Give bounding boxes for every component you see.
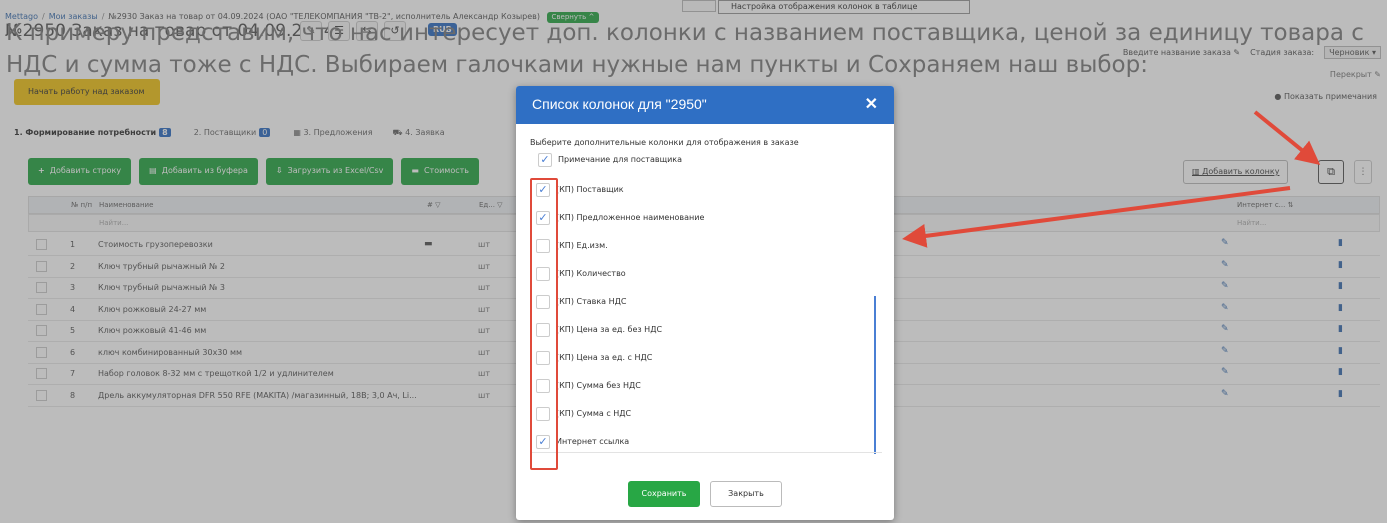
- instruction-caption: К примеру представим, что нас интересует…: [6, 20, 1364, 78]
- arrow-to-settings-button: [1253, 110, 1321, 166]
- arrow-to-checkboxes: [902, 186, 1291, 248]
